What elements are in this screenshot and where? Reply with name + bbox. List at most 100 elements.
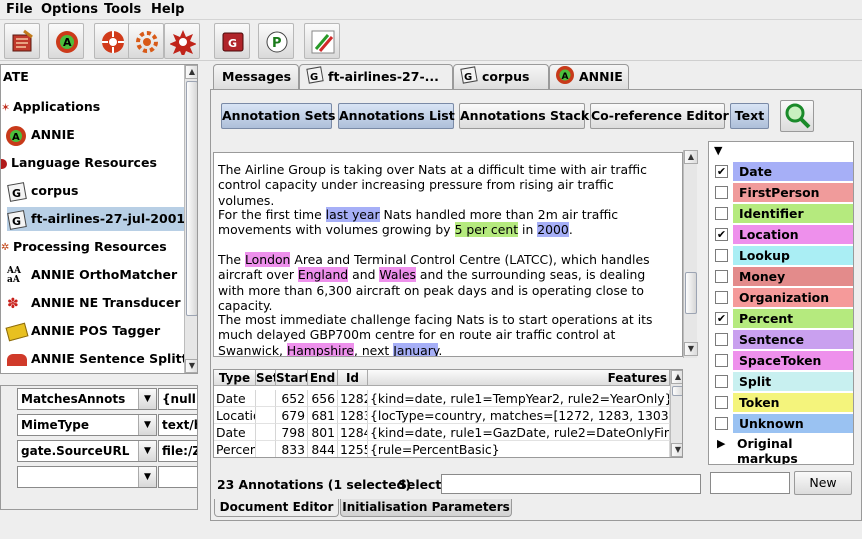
- visibility-checkbox[interactable]: [715, 270, 728, 283]
- load-annie-button[interactable]: A: [48, 23, 84, 59]
- annotation-highlight-percent[interactable]: 5 per cent: [454, 222, 519, 238]
- scroll-up-icon[interactable]: ▲: [185, 65, 197, 79]
- feature-value-field[interactable]: file:/Z: [158, 440, 197, 462]
- annotation-highlight-date[interactable]: January: [393, 342, 439, 356]
- scroll-down-icon[interactable]: ▼: [185, 359, 197, 373]
- pipeline-button[interactable]: P: [258, 23, 294, 59]
- visibility-checkbox[interactable]: [715, 291, 728, 304]
- text-scrollbar[interactable]: ▲ ▼: [683, 150, 698, 358]
- feature-value-field[interactable]: text/h: [158, 414, 197, 436]
- annotation-type-lookup[interactable]: Lookup: [715, 246, 853, 265]
- tab-corpus[interactable]: Gcorpus: [453, 64, 549, 90]
- scroll-down-icon[interactable]: ▼: [671, 443, 682, 457]
- tree-scroll-thumb[interactable]: [186, 81, 197, 316]
- tree-node-corpus[interactable]: Gcorpus: [7, 179, 78, 203]
- new-datastore-button[interactable]: G: [214, 23, 250, 59]
- annotation-type-label[interactable]: Split: [733, 372, 853, 391]
- annotation-type-money[interactable]: Money: [715, 267, 853, 286]
- visibility-checkbox[interactable]: [715, 333, 728, 346]
- annotation-type-label[interactable]: Date: [733, 162, 853, 181]
- tree-node-applications[interactable]: ✶ Applications: [1, 95, 100, 119]
- visibility-checkbox[interactable]: [715, 396, 728, 409]
- annotation-type-token[interactable]: Token: [715, 393, 853, 412]
- menu-file[interactable]: File: [6, 2, 33, 17]
- tab-document-editor[interactable]: Document Editor: [214, 499, 339, 517]
- column-header-id[interactable]: Id: [338, 370, 368, 386]
- scroll-up-icon[interactable]: ▲: [671, 370, 682, 384]
- annotation-type-sentence[interactable]: Sentence: [715, 330, 853, 349]
- feature-name-combo[interactable]: MimeType ▼: [17, 414, 157, 436]
- visibility-checkbox[interactable]: [715, 417, 728, 430]
- document-text-area[interactable]: The Airline Group is taking over Nats at…: [213, 152, 683, 357]
- annotation-type-organization[interactable]: Organization: [715, 288, 853, 307]
- annotations-stack-button[interactable]: Annotations Stack: [459, 103, 589, 129]
- text-view-button[interactable]: Text: [730, 103, 769, 129]
- feature-value-field[interactable]: {null=: [158, 388, 197, 410]
- visibility-checkbox[interactable]: [715, 249, 728, 262]
- annotations-table[interactable]: Type Set Start End Id Features Date 65265…: [213, 369, 683, 458]
- tab-initialisation-parameters[interactable]: Initialisation Parameters: [340, 499, 512, 517]
- new-feature-name-combo[interactable]: ▼: [17, 466, 157, 488]
- annotation-type-location[interactable]: ✔ Location: [715, 225, 853, 244]
- visibility-checkbox[interactable]: ✔: [715, 312, 728, 325]
- tree-node-language-resources[interactable]: Language Resources: [1, 151, 157, 175]
- annotation-highlight-date[interactable]: 2000: [537, 222, 569, 238]
- edit-button[interactable]: [304, 23, 340, 59]
- coreference-editor-button[interactable]: Co-reference Editor: [590, 103, 729, 129]
- visibility-checkbox[interactable]: ✔: [715, 165, 728, 178]
- tree-node-orthomatcher[interactable]: AA aA ANNIE OrthoMatcher: [7, 263, 177, 287]
- chevron-down-icon[interactable]: ▼: [138, 389, 156, 409]
- annotation-type-date[interactable]: ✔ Date: [715, 162, 853, 181]
- annotation-type-split[interactable]: Split: [715, 372, 853, 391]
- visibility-checkbox[interactable]: [715, 186, 728, 199]
- menu-options[interactable]: Options: [41, 2, 98, 17]
- text-scroll-thumb[interactable]: [685, 272, 697, 314]
- feature-name-combo[interactable]: gate.SourceURL ▼: [17, 440, 157, 462]
- chevron-down-icon[interactable]: ▼: [138, 441, 156, 461]
- annotation-highlight-location[interactable]: Hampshire: [286, 342, 354, 356]
- original-markups-expander-icon[interactable]: ▶: [717, 437, 725, 450]
- chevron-down-icon[interactable]: ▼: [138, 415, 156, 435]
- tree-node-processing-resources[interactable]: ✲ Processing Resources: [1, 235, 167, 259]
- annotation-type-label[interactable]: SpaceToken: [733, 351, 853, 370]
- annotation-type-identifier[interactable]: Identifier: [715, 204, 853, 223]
- annotation-type-label[interactable]: Location: [733, 225, 853, 244]
- new-set-button[interactable]: New: [794, 471, 852, 495]
- new-processing-resource-button[interactable]: [128, 23, 164, 59]
- tree-node-annie[interactable]: A ANNIE: [5, 123, 75, 147]
- column-header-start[interactable]: Start: [276, 370, 308, 386]
- tree-scrollbar[interactable]: ▲ ▼: [184, 65, 197, 373]
- annotation-type-label[interactable]: Money: [733, 267, 853, 286]
- tab-document[interactable]: Gft-airlines-27-...: [299, 64, 453, 91]
- table-scroll-thumb[interactable]: [672, 386, 682, 396]
- menu-tools[interactable]: Tools: [104, 2, 141, 17]
- annotation-type-percent[interactable]: ✔ Percent: [715, 309, 853, 328]
- tab-messages[interactable]: Messages: [213, 64, 299, 90]
- select-input[interactable]: [441, 474, 701, 494]
- original-markups-set[interactable]: Original markups: [737, 436, 853, 464]
- visibility-checkbox[interactable]: [715, 354, 728, 367]
- table-scrollbar[interactable]: ▲ ▼: [670, 370, 682, 457]
- annotation-type-label[interactable]: Percent: [733, 309, 853, 328]
- feature-name-combo[interactable]: MatchesAnnots ▼: [17, 388, 157, 410]
- column-header-end[interactable]: End: [308, 370, 338, 386]
- annotations-list-button[interactable]: Annotations List: [338, 103, 455, 129]
- new-feature-value-field[interactable]: [158, 466, 197, 488]
- visibility-checkbox[interactable]: [715, 207, 728, 220]
- annotation-type-firstperson[interactable]: FirstPerson: [715, 183, 853, 202]
- annotation-sets-button[interactable]: Annotation Sets: [221, 103, 335, 129]
- tree-node-ne-transducer[interactable]: ✽ ANNIE NE Transducer: [7, 291, 180, 315]
- tree-node-pos-tagger[interactable]: ANNIE POS Tagger: [5, 319, 160, 343]
- annotation-type-label[interactable]: Organization: [733, 288, 853, 307]
- visibility-checkbox[interactable]: [715, 375, 728, 388]
- annotation-type-spacetoken[interactable]: SpaceToken: [715, 351, 853, 370]
- tree-node-document[interactable]: Gft-airlines-27-jul-2001: [7, 207, 197, 231]
- annotation-highlight-location[interactable]: London: [244, 252, 291, 267]
- default-set-expander-icon[interactable]: ▼: [714, 144, 722, 157]
- search-button[interactable]: [780, 100, 814, 132]
- annotation-type-label[interactable]: Sentence: [733, 330, 853, 349]
- annotation-type-label[interactable]: FirstPerson: [733, 183, 853, 202]
- new-visual-resource-button[interactable]: [164, 23, 200, 59]
- scroll-down-icon[interactable]: ▼: [684, 342, 698, 356]
- visibility-checkbox[interactable]: ✔: [715, 228, 728, 241]
